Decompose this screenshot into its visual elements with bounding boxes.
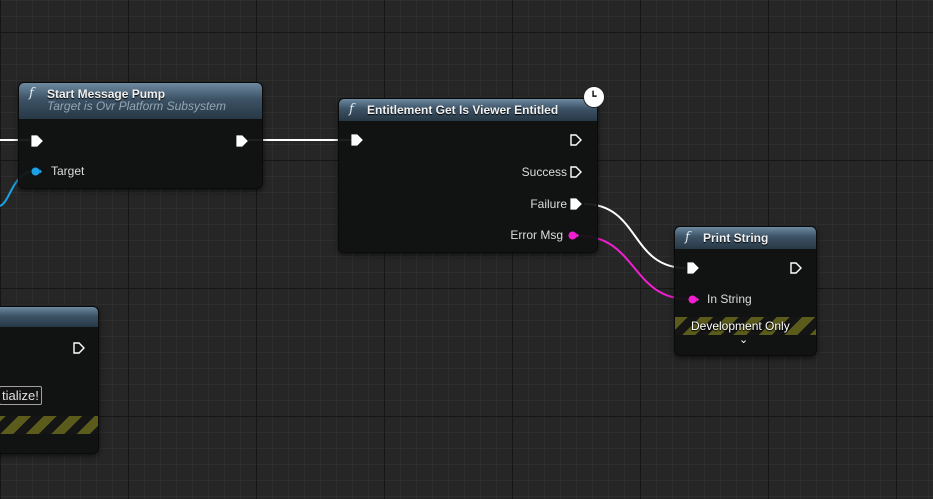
development-only-label: Development Only xyxy=(691,319,790,333)
node-start-message-pump[interactable]: f Start Message Pump Target is Ovr Platf… xyxy=(18,82,263,189)
node-subtitle: Target is Ovr Platform Subsystem xyxy=(47,99,226,113)
clock-icon xyxy=(583,86,605,108)
node-entitlement-get-is-viewer-entitled[interactable]: f Entitlement Get Is Viewer Entitled Suc… xyxy=(338,86,605,253)
failure-pin-label: Failure xyxy=(530,197,567,211)
function-icon: f xyxy=(349,102,354,117)
error-msg-pin-label: Error Msg xyxy=(510,228,563,242)
success-pin-label: Success xyxy=(521,165,567,179)
partial-node-header xyxy=(0,307,98,327)
node-title: Entitlement Get Is Viewer Entitled xyxy=(367,103,559,117)
exec-in-pin-icon[interactable] xyxy=(31,135,43,147)
in-string-pin-icon[interactable] xyxy=(688,295,699,304)
node-header: f Start Message Pump Target is Ovr Platf… xyxy=(19,83,262,119)
error-msg-pin-icon[interactable] xyxy=(568,231,579,240)
target-pin-icon[interactable] xyxy=(31,167,42,176)
exec-in-pin-icon[interactable] xyxy=(351,134,363,146)
in-string-pin-label: In String xyxy=(707,292,752,306)
expand-chevron-icon[interactable]: ⌄ xyxy=(739,333,748,346)
development-only-stripes xyxy=(0,416,98,434)
in-string-text-value[interactable]: tialize! xyxy=(0,386,42,405)
node-header: f Entitlement Get Is Viewer Entitled xyxy=(339,99,597,121)
failure-exec-pin-icon[interactable] xyxy=(570,198,582,210)
exec-out-pin-icon[interactable] xyxy=(236,135,248,147)
function-icon: f xyxy=(685,230,690,245)
exec-in-pin-icon[interactable] xyxy=(687,262,699,274)
target-pin-label: Target xyxy=(51,164,85,178)
exec-wire-failure-to-print[interactable] xyxy=(583,203,687,269)
function-icon: f xyxy=(29,86,34,101)
node-title: Print String xyxy=(703,231,769,245)
node-header: f Print String xyxy=(675,227,816,249)
exec-out-pin-icon[interactable] xyxy=(570,134,582,146)
exec-out-pin-icon[interactable] xyxy=(790,262,802,274)
success-exec-pin-icon[interactable] xyxy=(570,166,582,178)
node-print-string[interactable]: f Print String In String Development Onl… xyxy=(674,226,817,356)
partial-node-left[interactable]: tialize! xyxy=(0,306,99,454)
exec-out-pin-icon[interactable] xyxy=(73,342,85,354)
